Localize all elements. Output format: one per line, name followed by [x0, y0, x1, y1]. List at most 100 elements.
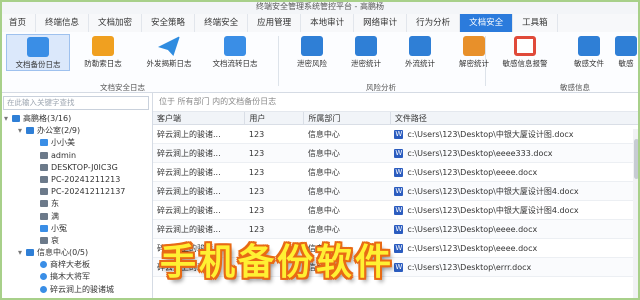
ribbon-button[interactable]: 防勒索日志: [72, 34, 134, 69]
ribbon-button[interactable]: 文档备份日志: [6, 34, 70, 71]
menu-tab[interactable]: 本地审计: [301, 14, 355, 32]
menu-tab[interactable]: 安全策略: [142, 14, 196, 32]
tree-node[interactable]: admin: [0, 150, 152, 162]
ribbon-button[interactable]: 敏感文件: [558, 34, 620, 69]
menu-tab[interactable]: 终端安全: [195, 14, 249, 32]
word-document-icon: W: [394, 224, 404, 234]
tree-toggle-icon[interactable]: ▾: [18, 247, 26, 259]
table-row[interactable]: 碎云涧上的骏诸... 123 信息中心 Wc:\Users\123\Desktop\中…: [153, 181, 640, 201]
table-row[interactable]: 碎云涧上的骏诸... 123 信息中心 Wc:\Users\123\Desktop\e…: [153, 162, 640, 182]
table-cell: Wc:\Users\123\Desktop\eeee.docx: [390, 219, 640, 239]
sidebar-search-input[interactable]: 在此输入关键字查找: [3, 96, 149, 110]
app-title: 终端安全管理系统管控平台 - 高鹏杨: [256, 2, 384, 11]
group-icon: [12, 115, 20, 122]
ribbon-button[interactable]: 外发揭斯日志: [138, 34, 200, 69]
group-icon: [26, 249, 34, 257]
menu-tab[interactable]: 终端信息: [36, 14, 90, 32]
user-icon: [40, 285, 47, 293]
unlock-icon: [463, 36, 485, 56]
tree-node[interactable]: 满: [0, 211, 152, 223]
tree-node[interactable]: ▾ 信息中心(0/5): [0, 247, 152, 259]
word-document-icon: W: [394, 129, 404, 139]
ribbon-button-label: 泄密风险: [297, 59, 327, 68]
tree-node[interactable]: 商梓大老板: [0, 259, 152, 271]
table-row[interactable]: 碎云涧上的骏诸... 123 信息中心 Wc:\Users\123\Desktop\中…: [153, 200, 640, 220]
ribbon-button[interactable]: 解密统计: [448, 34, 500, 69]
column-header[interactable]: 客户端: [153, 112, 246, 125]
computer-icon: [40, 200, 48, 208]
ribbon-button[interactable]: 外流统计: [394, 34, 446, 69]
table-row[interactable]: 碎云涧上的骏诸... 123 信息中心 Wc:\Users\123\Desktop\e…: [153, 143, 640, 163]
ribbon-button-label: 泄密统计: [351, 59, 381, 68]
tree-node[interactable]: ▾ 高鹏格(3/16): [0, 113, 152, 125]
tree-toggle-icon[interactable]: ▾: [4, 113, 12, 125]
column-header[interactable]: 所属部门: [303, 112, 391, 125]
word-document-icon: W: [394, 186, 404, 196]
tree-node[interactable]: PC-202412112137: [0, 186, 152, 198]
ribbon-button[interactable]: 敏感信息报警: [494, 34, 556, 69]
folder-icon: [27, 37, 49, 57]
cycle-icon: [224, 36, 246, 56]
tree-node[interactable]: 小冤: [0, 223, 152, 235]
ribbon-button[interactable]: 敏感: [612, 34, 640, 69]
word-document-icon: W: [394, 262, 404, 272]
sidebar-panel: 在此输入关键字查找 ▾ 高鹏格(3/16) ▾ 办公室(2/9) 小小美 admin DES…: [0, 93, 153, 300]
tree-node[interactable]: 碎云涧上的骏诸城: [0, 284, 152, 296]
tree-node-label: 东: [51, 199, 59, 209]
computer-icon: [40, 224, 48, 232]
ribbon-button-label: 文档备份日志: [15, 60, 61, 69]
menu-tab[interactable]: 行为分析: [407, 14, 461, 32]
tree-node[interactable]: 东: [0, 198, 152, 210]
tree-node-label: 商梓大老板: [50, 260, 90, 270]
computer-icon: [40, 212, 48, 220]
menu-bar: 首页 终端信息 文档加密 安全策略 终端安全 应用管理 本地审计 网络审计 行为分析 文档安全 工具…: [0, 14, 640, 33]
table-cell: Wc:\Users\123\Desktop\中银大厦设计图4.docx: [390, 200, 640, 220]
scrollbar-thumb[interactable]: [634, 139, 639, 179]
table-cell: Wc:\Users\123\Desktop\eeee333.docx: [390, 143, 640, 163]
column-header[interactable]: 用户: [244, 112, 305, 125]
menu-tab[interactable]: 工具箱: [513, 14, 558, 32]
table-cell: 123: [244, 200, 304, 220]
file-path-text: c:\Users\123\Desktop\eeee.docx: [407, 243, 538, 253]
menu-tab[interactable]: 首页: [0, 14, 37, 32]
tree-node[interactable]: 搞木大将军: [0, 271, 152, 283]
menu-tab[interactable]: 文档加密: [89, 14, 143, 32]
file-path-text: c:\Users\123\Desktop\中银大厦设计图4.docx: [407, 205, 579, 215]
tree-node[interactable]: 小小美: [0, 137, 152, 149]
tree-node[interactable]: DESKTOP-J0IC3G: [0, 162, 152, 174]
word-document-icon: W: [394, 243, 404, 253]
column-header[interactable]: 文件路径: [390, 112, 640, 125]
ribbon-button[interactable]: 泄密风险: [286, 34, 338, 69]
table-cell: 信息中心: [303, 200, 391, 220]
table-cell: 123: [244, 124, 304, 144]
tree-node-label: DESKTOP-J0IC3G: [51, 162, 118, 172]
tree-node[interactable]: 哀: [0, 235, 152, 247]
table-cell: Wc:\Users\123\Desktop\eeee.docx: [390, 162, 640, 182]
menu-tab[interactable]: 应用管理: [248, 14, 302, 32]
tree-node[interactable]: PC-20241211213: [0, 174, 152, 186]
ribbon-button-label: 文档流转日志: [212, 59, 258, 68]
tree-node-label: 办公室(2/9): [37, 126, 81, 136]
tree-toggle-icon[interactable]: ▾: [18, 125, 26, 137]
tree-node-label: admin: [51, 150, 77, 160]
file-path-text: c:\Users\123\Desktop\中银大厦设计图4.docx: [407, 186, 579, 196]
file-path-text: c:\Users\123\Desktop\errr.docx: [407, 262, 532, 272]
table-row[interactable]: 碎云涧上的骏诸... 123 信息中心 Wc:\Users\123\Desktop\中…: [153, 124, 640, 144]
tree-node-label: 高鹏格(3/16): [23, 114, 72, 123]
tree-node-label: 小冤: [51, 223, 67, 233]
vertical-scrollbar[interactable]: [633, 129, 640, 300]
word-document-icon: W: [394, 167, 404, 177]
ribbon-button[interactable]: 文档流转日志: [204, 34, 266, 69]
file-path-text: c:\Users\123\Desktop\eeee.docx: [407, 167, 538, 177]
ribbon-button-label: 解密统计: [459, 59, 489, 68]
menu-tab[interactable]: 网络审计: [354, 14, 408, 32]
table-cell: 信息中心: [303, 162, 391, 182]
menu-tab[interactable]: 文档安全: [460, 14, 514, 32]
tree-node[interactable]: ▾ 办公室(2/9): [0, 125, 152, 137]
computer-icon: [40, 188, 48, 196]
paper-plane-icon: [158, 36, 180, 56]
tree-node-label: 满: [51, 211, 59, 221]
group-icon: [26, 127, 34, 135]
tree-node-label: 信息中心(0/5): [37, 248, 89, 258]
ribbon-button[interactable]: 泄密统计: [340, 34, 392, 69]
